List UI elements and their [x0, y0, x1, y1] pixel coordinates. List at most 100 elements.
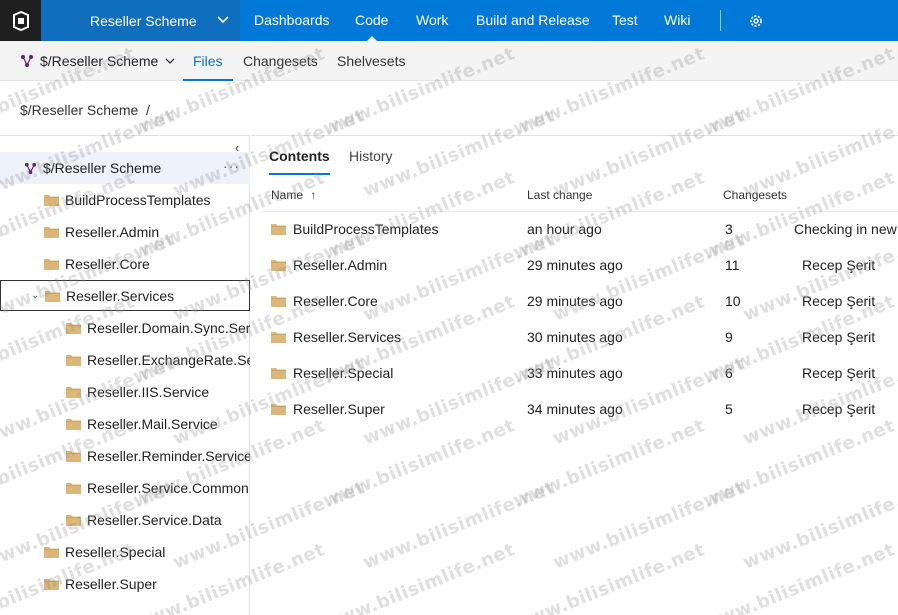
folder-icon [45, 290, 60, 302]
header-divider [262, 211, 898, 212]
folder-icon [271, 224, 286, 235]
tree-item-label: Reseller.ExchangeRate.Se... [87, 352, 250, 368]
tab-history[interactable]: History [349, 148, 393, 164]
last-change-cell: 34 minutes ago [527, 401, 623, 417]
tree-item-label: Reseller.Core [65, 256, 150, 272]
last-change-cell: 33 minutes ago [527, 365, 623, 381]
tree-item[interactable]: Reseller.Reminder.Service [0, 440, 250, 472]
project-selector[interactable]: Reseller Scheme [41, 0, 240, 41]
tree-item[interactable]: Reseller.Admin [0, 216, 250, 248]
nav-build-and-release[interactable]: Build and Release [476, 0, 590, 41]
project-name: Reseller Scheme [90, 12, 197, 29]
tree-item[interactable]: Reseller.Domain.Sync.Ser... [0, 312, 250, 344]
comment-cell: Recep Şerit [802, 401, 876, 417]
folder-icon [66, 419, 81, 430]
last-change-cell: 30 minutes ago [527, 329, 623, 345]
nav-dashboards[interactable]: Dashboards [254, 0, 330, 41]
folder-icon [271, 296, 286, 307]
tree-item-label: BuildProcessTemplates [65, 192, 211, 208]
tree-item-label: Reseller.Domain.Sync.Ser... [87, 320, 250, 336]
folder-icon [66, 483, 81, 494]
tree-item-label: Reseller.Service.Common [87, 480, 249, 496]
gear-icon[interactable] [748, 13, 764, 29]
tree-item-label: Reseller.Reminder.Service [87, 448, 250, 464]
nav-wiki[interactable]: Wiki [664, 0, 690, 41]
column-header-changesets[interactable]: Changesets [723, 188, 787, 202]
tree-item-label: Reseller.Services [66, 287, 175, 304]
folder-icon [271, 260, 286, 271]
folder-icon [66, 387, 81, 398]
tree-item-label: Reseller.Special [65, 544, 166, 560]
folder-icon [44, 259, 59, 270]
folder-icon [44, 227, 59, 238]
comment-cell: Recep Şerit [802, 365, 876, 381]
column-header-last-change[interactable]: Last change [527, 188, 592, 202]
folder-icon [271, 404, 286, 415]
tree-item-label: Reseller.Service.Data [87, 512, 222, 528]
comment-cell: Checking in new [794, 221, 897, 237]
chevron-down-icon [165, 58, 175, 64]
folder-icon [271, 332, 286, 343]
file-name-link[interactable]: Reseller.Special [271, 365, 393, 381]
breadcrumb[interactable]: $/Reseller Scheme / [20, 102, 150, 118]
top-nav-bar: Reseller Scheme Dashboards Code Work Bui… [0, 0, 898, 42]
tree-item[interactable]: Reseller.IIS.Service [0, 376, 250, 408]
nav-code[interactable]: Code [355, 0, 388, 42]
file-name-link[interactable]: Reseller.Super [271, 401, 385, 417]
tab-shelvesets[interactable]: Shelvesets [337, 41, 405, 81]
tree-item-label: Reseller.Mail.Service [87, 416, 218, 432]
folder-icon [271, 368, 286, 379]
tree-item[interactable]: Reseller.ExchangeRate.Se... [0, 344, 250, 376]
folder-icon [66, 451, 81, 462]
nav-work[interactable]: Work [416, 0, 448, 41]
last-change-cell: 29 minutes ago [527, 293, 623, 309]
tab-contents[interactable]: Contents [269, 148, 330, 175]
tree-item[interactable]: BuildProcessTemplates [0, 184, 250, 216]
changesets-cell: 10 [725, 293, 741, 309]
last-change-cell: an hour ago [527, 221, 602, 237]
file-name-link[interactable]: Reseller.Services [271, 329, 401, 345]
folder-icon [66, 355, 81, 366]
column-header-name[interactable]: Name ↑ [271, 188, 316, 202]
tree-root-label: $/Reseller Scheme [43, 160, 162, 176]
tree-item[interactable]: Reseller.Special [0, 536, 250, 568]
tree-item-label: Reseller.Admin [65, 224, 160, 240]
tree-item[interactable]: Reseller.Mail.Service [0, 408, 250, 440]
nav-divider [720, 10, 721, 31]
more-options-icon[interactable]: ··· [223, 158, 240, 174]
tree-item[interactable]: ⌄ Reseller.Services [0, 280, 250, 311]
changesets-cell: 5 [725, 401, 733, 417]
folder-icon [44, 195, 59, 206]
vsts-logo-icon[interactable] [0, 0, 41, 41]
changesets-cell: 3 [725, 221, 733, 237]
tree-item[interactable]: Reseller.Service.Data [0, 504, 250, 536]
file-name-link[interactable]: Reseller.Admin [271, 257, 387, 273]
comment-cell: Recep Şerit [802, 257, 876, 273]
repo-icon [24, 162, 37, 174]
tree-item-label: Reseller.IIS.Service [87, 384, 210, 400]
chevron-down-icon[interactable]: ⌄ [31, 290, 41, 301]
tree-item[interactable]: Reseller.Core [0, 248, 250, 280]
tab-files[interactable]: Files [183, 41, 232, 81]
chevron-down-icon [217, 16, 229, 24]
file-name-link[interactable]: Reseller.Core [271, 293, 378, 309]
repo-name: $/Reseller Scheme [40, 53, 159, 69]
tab-changesets[interactable]: Changesets [243, 41, 318, 81]
nav-test[interactable]: Test [612, 0, 638, 41]
tree-root[interactable]: $/Reseller Scheme ··· [0, 152, 250, 184]
repo-icon [21, 55, 33, 67]
changesets-cell: 9 [725, 329, 733, 345]
comment-cell: Recep Şerit [802, 293, 876, 309]
tree-item[interactable]: Reseller.Super [0, 568, 250, 600]
folder-icon [44, 579, 59, 590]
folder-icon [66, 323, 81, 334]
repo-selector[interactable]: $/Reseller Scheme [20, 41, 182, 81]
comment-cell: Recep Şerit [802, 329, 876, 345]
last-change-cell: 29 minutes ago [527, 257, 623, 273]
sort-ascending-icon: ↑ [310, 188, 317, 202]
folder-icon [66, 515, 81, 526]
tree-item[interactable]: Reseller.Service.Common [0, 472, 250, 504]
tree-item-label: Reseller.Super [65, 576, 157, 592]
folder-icon [44, 547, 59, 558]
file-name-link[interactable]: BuildProcessTemplates [271, 221, 439, 237]
